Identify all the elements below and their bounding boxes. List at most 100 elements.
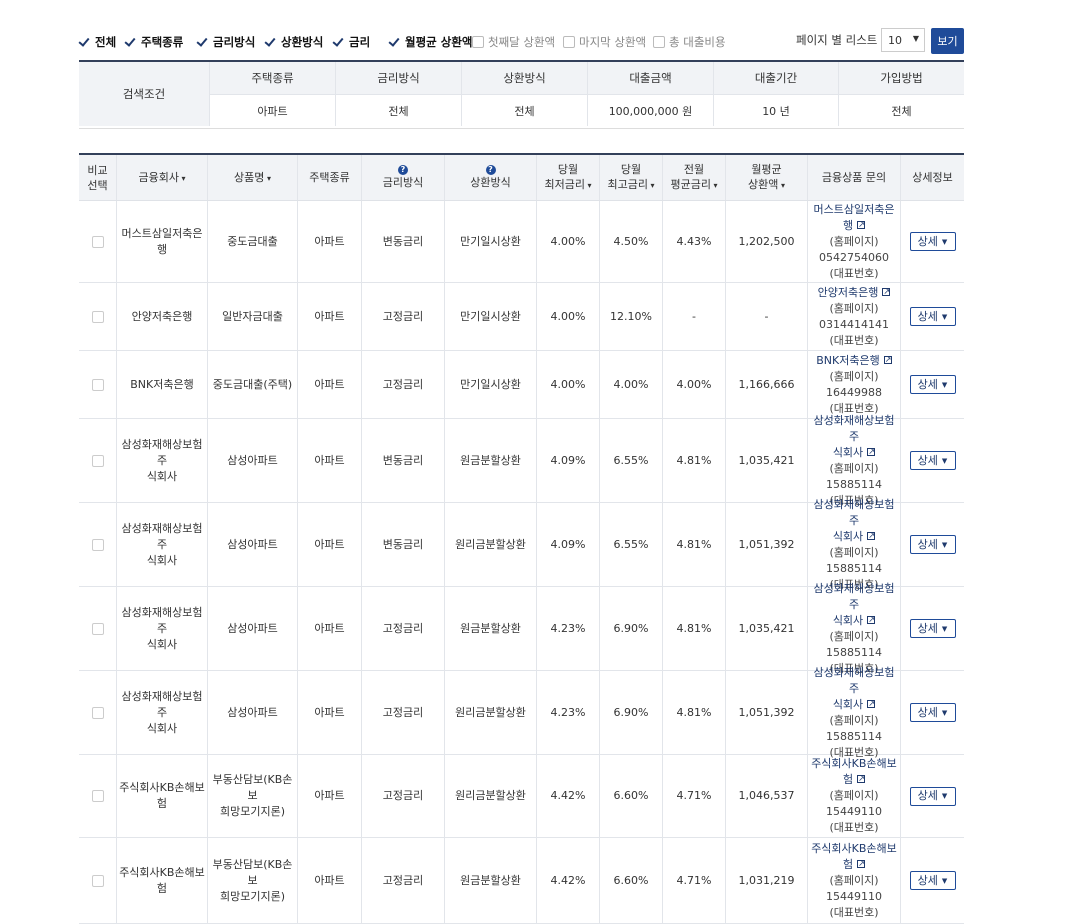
external-link-icon[interactable]: [867, 696, 876, 712]
table-cell: 6.90%: [599, 671, 662, 754]
filter-checkbox[interactable]: 금리: [333, 34, 370, 50]
filter-checkbox[interactable]: 전체: [79, 34, 116, 50]
inquiry-company-link[interactable]: 삼성화재해상보험주: [810, 581, 898, 613]
inquiry-company-link[interactable]: 식회사: [833, 612, 876, 629]
column-header[interactable]: 당월 최저금리: [536, 155, 599, 200]
table-cell: [79, 201, 116, 282]
check-icon[interactable]: [79, 36, 91, 48]
homepage-label: (홈페이지): [829, 461, 879, 475]
repayment-type: 원리금분할상환: [455, 789, 526, 802]
filter-checkbox[interactable]: 마지막 상환액: [563, 34, 646, 50]
avg-rate: 4.00%: [676, 377, 712, 391]
detail-button-label: 상세: [917, 537, 938, 551]
check-icon[interactable]: [389, 36, 401, 48]
external-link-icon[interactable]: [857, 217, 866, 233]
help-icon[interactable]: ?: [485, 165, 496, 175]
inquiry-company-link[interactable]: 험: [843, 856, 866, 873]
table-cell: 삼성화재해상보험주 식회사: [116, 671, 207, 754]
detail-button[interactable]: 상세 ▼: [909, 786, 956, 806]
compare-checkbox[interactable]: [91, 790, 104, 802]
table-cell: 4.00%: [599, 351, 662, 418]
inquiry-company-link[interactable]: 식회사: [833, 696, 876, 713]
table-cell: [79, 283, 116, 350]
check-icon[interactable]: [333, 36, 345, 48]
detail-button[interactable]: 상세 ▼: [909, 375, 956, 394]
inquiry-company-link[interactable]: 머스트삼일저축은행: [810, 202, 898, 234]
column-header[interactable]: 월평균 상환액: [725, 155, 807, 200]
help-icon[interactable]: ?: [398, 165, 408, 175]
inquiry-company-link[interactable]: 삼성화재해상보험주: [810, 413, 898, 445]
check-icon[interactable]: [265, 36, 277, 48]
detail-button[interactable]: 상세 ▼: [909, 535, 956, 554]
checkbox-box[interactable]: [472, 36, 484, 48]
caret-down-icon: ▼: [941, 876, 948, 885]
external-link-icon[interactable]: [867, 528, 876, 544]
detail-button[interactable]: 상세 ▼: [909, 451, 956, 470]
external-link-icon[interactable]: [857, 856, 866, 872]
checkbox-box[interactable]: [653, 36, 665, 48]
max-rate: 6.60%: [613, 873, 649, 887]
table-cell: 4.00%: [536, 351, 599, 418]
results-table: 비교선택금융회사상품명주택종류?금리방식?상환방식당월최저금리당월최고금리전월평…: [79, 153, 964, 924]
per-page-select[interactable]: 10 ▼: [881, 28, 925, 52]
repayment-type: 만기일시상환: [460, 377, 521, 391]
table-cell: 아파트: [297, 671, 361, 754]
caret-down-icon: ▼: [941, 380, 948, 389]
compare-checkbox[interactable]: [91, 235, 104, 248]
compare-checkbox[interactable]: [91, 538, 104, 551]
table-cell: 삼성아파트: [207, 587, 297, 670]
compare-checkbox[interactable]: [91, 378, 104, 391]
compare-checkbox[interactable]: [91, 454, 104, 467]
filter-checkbox[interactable]: 상환방식: [265, 34, 323, 50]
table-cell: 삼성화재해상보험주 식회사: [116, 503, 207, 586]
rate-type: 고정금리: [382, 621, 424, 635]
column-header[interactable]: 금융회사: [116, 155, 207, 200]
external-link-icon[interactable]: [857, 771, 866, 787]
compare-checkbox[interactable]: [91, 622, 104, 635]
company-name-line: 삼성화재해상보험주: [121, 605, 203, 635]
phone-number: 0314414141: [819, 317, 889, 331]
external-link-icon[interactable]: [883, 352, 892, 368]
detail-button[interactable]: 상세 ▼: [909, 703, 956, 722]
filter-checkbox[interactable]: 첫째달 상환액: [472, 34, 555, 50]
compare-checkbox[interactable]: [91, 706, 104, 719]
inquiry-company-link[interactable]: 안양저축은행: [818, 284, 891, 301]
inquiry-company-link[interactable]: 식회사: [833, 444, 876, 461]
column-header[interactable]: 상품명: [207, 155, 297, 200]
inquiry-company-link[interactable]: 삼성화재해상보험주: [810, 497, 898, 529]
column-header[interactable]: 전월 평균금리: [662, 155, 725, 200]
table-cell: [79, 351, 116, 418]
table-cell: 삼성아파트: [207, 419, 297, 502]
filter-checkbox[interactable]: 금리방식: [197, 34, 255, 50]
table-cell: 안양저축은행: [116, 283, 207, 350]
inquiry-company-link[interactable]: 식회사: [833, 528, 876, 545]
table-cell: 아파트: [297, 503, 361, 586]
table-cell: -: [725, 283, 807, 350]
check-icon[interactable]: [197, 36, 209, 48]
external-link-icon[interactable]: [882, 284, 891, 300]
column-header[interactable]: 당월 최고금리: [599, 155, 662, 200]
inquiry-company-link[interactable]: 험: [843, 771, 866, 788]
compare-checkbox[interactable]: [91, 310, 104, 323]
inquiry-company-link[interactable]: 주식회사KB손해보: [811, 756, 897, 772]
external-link-icon[interactable]: [867, 444, 876, 460]
filter-checkbox[interactable]: 월평균 상환액: [389, 34, 472, 50]
checkbox-box[interactable]: [563, 36, 575, 48]
detail-button[interactable]: 상세 ▼: [909, 619, 956, 638]
detail-button[interactable]: 상세 ▼: [909, 871, 956, 890]
company-name: 주식회사KB손해보 험: [119, 780, 205, 812]
external-link-icon[interactable]: [867, 612, 876, 628]
inquiry-company-link[interactable]: 주식회사KB손해보: [811, 841, 897, 857]
view-button[interactable]: 보기: [931, 28, 964, 54]
table-cell: 만기일시상환: [444, 351, 536, 418]
detail-button[interactable]: 상세 ▼: [909, 307, 956, 326]
column-header-label: 상세정보: [912, 171, 953, 184]
filter-checkbox[interactable]: 주택종류: [125, 34, 183, 50]
table-cell: 4.81%: [662, 419, 725, 502]
compare-checkbox[interactable]: [91, 874, 104, 887]
check-icon[interactable]: [125, 36, 137, 48]
filter-checkbox[interactable]: 총 대출비용: [653, 34, 726, 50]
inquiry-company-link[interactable]: 삼성화재해상보험주: [810, 665, 898, 697]
inquiry-company-link[interactable]: BNK저축은행: [816, 352, 892, 369]
detail-button[interactable]: 상세 ▼: [909, 232, 956, 251]
